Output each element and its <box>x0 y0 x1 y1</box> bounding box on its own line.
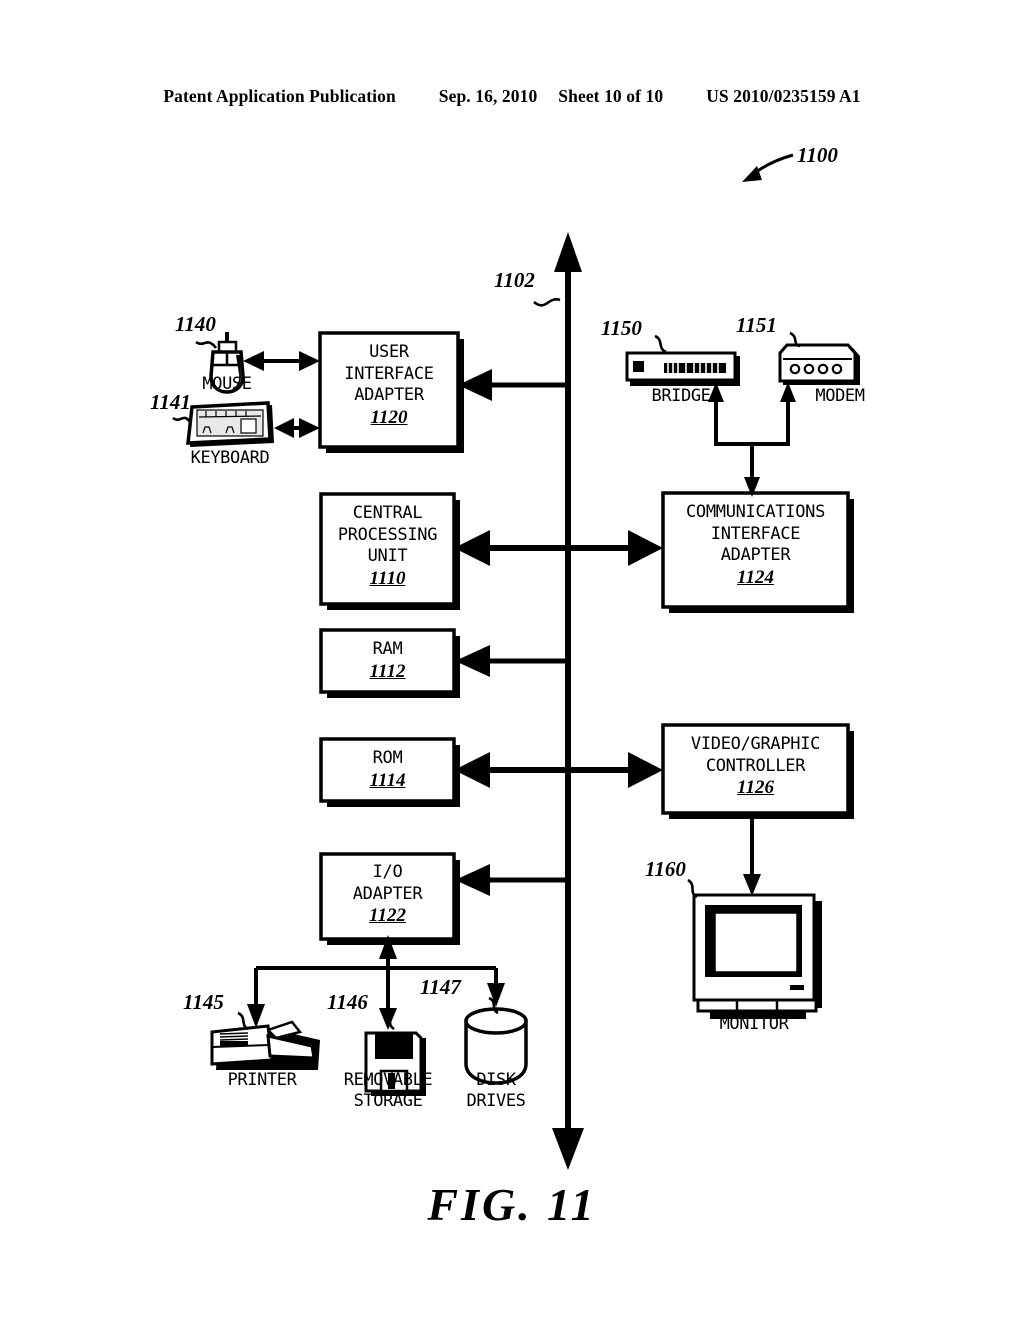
box-rom[interactable] <box>319 737 460 807</box>
box-ram[interactable] <box>319 628 460 698</box>
modem-icon <box>778 331 860 385</box>
connector-vgc-to-monitor <box>743 813 761 896</box>
box-communications-interface-adapter[interactable] <box>661 491 854 613</box>
connector-rom-bus-vgc <box>454 752 663 788</box>
removable-storage-icon <box>364 1011 426 1096</box>
box-video-graphic-controller[interactable] <box>661 723 854 819</box>
box-central-processing-unit[interactable] <box>319 492 460 610</box>
connector-bus-to-ram <box>455 645 566 677</box>
monitor-icon <box>687 878 822 1019</box>
connector-keyboard-to-uia <box>274 418 320 438</box>
bridge-icon <box>625 334 740 386</box>
connector-bridge-modem-to-cia <box>708 382 796 497</box>
connector-bus-to-uia <box>458 369 566 401</box>
keyboard-icon <box>172 401 274 447</box>
patent-figure-page: Patent Application Publication Sep. 16, … <box>0 0 1024 1320</box>
box-user-interface-adapter[interactable] <box>318 331 464 453</box>
system-ref-leader <box>742 153 794 182</box>
printer-icon <box>210 1011 320 1070</box>
mouse-icon <box>195 332 245 394</box>
connector-mouse-to-uia <box>243 351 320 371</box>
connector-io-to-peripherals <box>247 935 505 1030</box>
system-bus-line <box>533 232 584 1170</box>
connector-bus-to-io-adapter <box>455 864 566 896</box>
connector-cpu-bus-cia <box>454 530 663 566</box>
disk-drives-icon <box>464 996 528 1085</box>
system-block-diagram <box>172 153 860 1170</box>
figure-caption: FIG. 11 <box>427 1179 597 1230</box>
box-io-adapter[interactable] <box>319 852 460 945</box>
